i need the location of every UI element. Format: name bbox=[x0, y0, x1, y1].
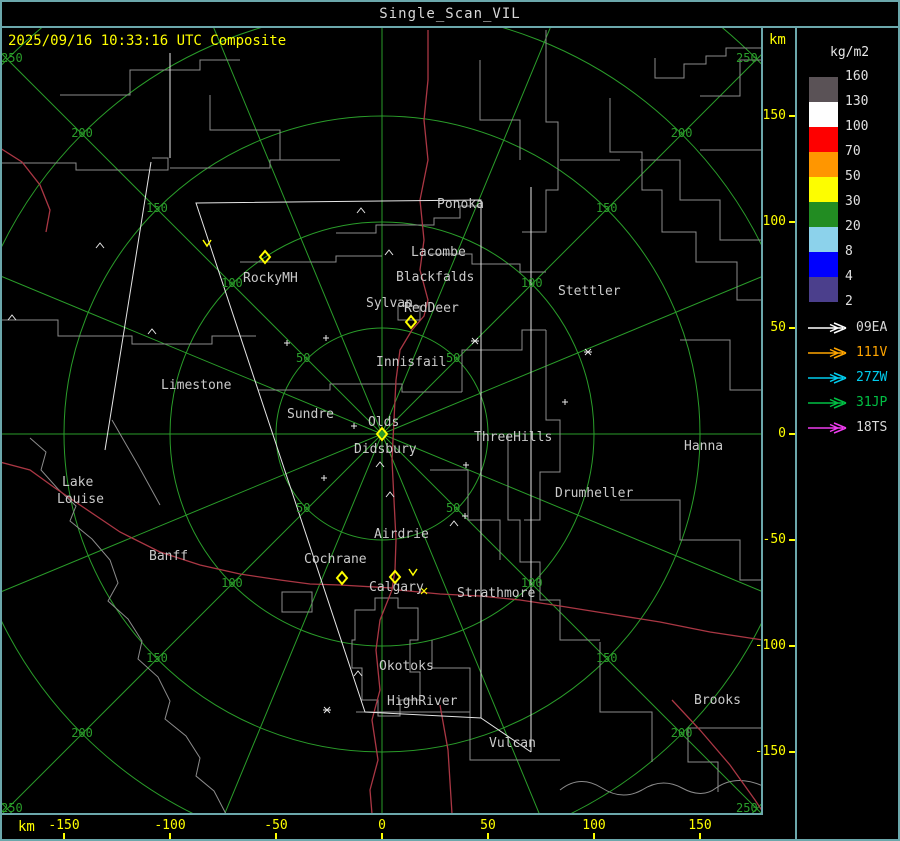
station-id-label: 18TS bbox=[856, 420, 888, 435]
bottom-axis-tick-label: 50 bbox=[480, 818, 496, 833]
town-label: Ponoka bbox=[437, 197, 484, 212]
town-label: Sundre bbox=[287, 407, 334, 422]
town-label: Louise bbox=[57, 492, 104, 507]
bottom-axis-tick-label: -100 bbox=[154, 818, 186, 833]
ring-distance-label: 250 bbox=[736, 51, 758, 66]
legend-scale-value: 8 bbox=[845, 244, 853, 259]
ring-distance-label: 150 bbox=[595, 201, 618, 216]
scan-timestamp: 2025/09/16 10:33:16 UTC Composite bbox=[8, 33, 287, 49]
range-rings bbox=[1, 28, 762, 814]
town-label: Banff bbox=[149, 549, 189, 564]
ring-distance-label: 200 bbox=[670, 725, 693, 740]
station-id-label: 27ZW bbox=[856, 370, 888, 385]
ring-distance-label: 200 bbox=[71, 126, 93, 141]
ring-distance-label: 250 bbox=[1, 800, 23, 815]
ring-distance-label: 50 bbox=[296, 351, 311, 366]
bottom-axis-tick-label: -50 bbox=[264, 818, 288, 833]
legend-scale-value: 50 bbox=[845, 169, 861, 184]
ring-distance-label: 100 bbox=[221, 276, 243, 291]
right-axis-tick-label: -150 bbox=[754, 744, 786, 759]
ring-distance-label: 50 bbox=[296, 500, 311, 515]
town-label: Okotoks bbox=[379, 659, 434, 674]
radar-map-canvas bbox=[0, 0, 900, 841]
town-label: Lake bbox=[62, 475, 94, 490]
town-label: Lacombe bbox=[411, 245, 466, 260]
legend-scale-value: 130 bbox=[845, 94, 869, 109]
right-axis-tick-label: 100 bbox=[762, 214, 786, 229]
town-label: Limestone bbox=[161, 378, 232, 393]
right-axis-unit: km bbox=[769, 32, 786, 48]
ring-distance-label: 50 bbox=[445, 351, 461, 366]
ring-distance-label: 150 bbox=[595, 650, 618, 665]
town-label: Vulcan bbox=[489, 736, 536, 751]
bottom-axis-tick-label: 0 bbox=[378, 818, 386, 833]
window-borders bbox=[0, 0, 900, 841]
town-label: Innisfail bbox=[376, 355, 447, 370]
town-label: HighRiver bbox=[387, 694, 458, 709]
town-label: Drumheller bbox=[555, 486, 634, 501]
ring-distance-label: 200 bbox=[71, 725, 93, 740]
town-label: Stettler bbox=[558, 284, 621, 299]
ring-distance-label: 250 bbox=[736, 800, 758, 815]
bottom-axis-tick-label: 150 bbox=[688, 818, 712, 833]
legend-scale-value: 20 bbox=[845, 219, 861, 234]
bottom-axis-tick-label: -150 bbox=[48, 818, 80, 833]
ring-distance-label: 150 bbox=[146, 650, 168, 665]
station-id-label: 09EA bbox=[856, 320, 888, 335]
legend-scale-value: 2 bbox=[845, 294, 853, 309]
bottom-axis-tick-label: 100 bbox=[582, 818, 606, 833]
radial-lines bbox=[1, 28, 762, 814]
legend-scale-value: 4 bbox=[845, 269, 853, 284]
storm-markers bbox=[7, 207, 592, 714]
legend-scale-value: 160 bbox=[845, 69, 869, 84]
legend-scale-value: 30 bbox=[845, 194, 861, 209]
ring-distance-label: 100 bbox=[221, 575, 243, 590]
town-label: Airdrie bbox=[374, 527, 429, 542]
right-axis-tick-label: -50 bbox=[762, 532, 786, 547]
radar-viewer-window: Single_Scan_VIL 2025/09/16 10:33:16 UTC … bbox=[0, 0, 900, 841]
right-axis-tick-label: -100 bbox=[754, 638, 786, 653]
town-label: Calgary bbox=[369, 580, 424, 595]
legend-unit-label: kg/m2 bbox=[830, 45, 870, 60]
bottom-axis-unit: km bbox=[18, 819, 35, 835]
window-title: Single_Scan_VIL bbox=[379, 6, 521, 22]
color-scale-boxes bbox=[809, 77, 838, 302]
town-label: Cochrane bbox=[304, 552, 367, 567]
right-axis-tick-label: 50 bbox=[770, 320, 786, 335]
town-label: Blackfalds bbox=[396, 270, 475, 285]
town-label: Didsbury bbox=[354, 442, 417, 457]
station-id-label: 31JP bbox=[856, 395, 888, 410]
ring-distance-label: 50 bbox=[445, 500, 461, 515]
town-label: RockyMH bbox=[243, 271, 298, 286]
town-label: Brooks bbox=[694, 693, 741, 708]
town-label: Olds bbox=[368, 415, 400, 430]
right-axis-tick-label: 150 bbox=[762, 108, 786, 123]
ring-distance-label: 250 bbox=[1, 51, 23, 66]
town-label: Strathmore bbox=[457, 586, 536, 601]
ring-distance-label: 100 bbox=[520, 276, 543, 291]
town-label: Hanna bbox=[684, 439, 724, 454]
town-label: RedDeer bbox=[404, 301, 459, 316]
legend-scale-value: 70 bbox=[845, 144, 861, 159]
ring-distance-label: 150 bbox=[146, 201, 168, 216]
station-arrows bbox=[808, 322, 847, 434]
right-axis-tick-label: 0 bbox=[778, 426, 786, 441]
ring-distance-label: 200 bbox=[670, 126, 693, 141]
legend-scale-value: 100 bbox=[845, 119, 869, 134]
station-id-label: 111V bbox=[856, 345, 888, 360]
town-label: ThreeHills bbox=[474, 430, 553, 445]
